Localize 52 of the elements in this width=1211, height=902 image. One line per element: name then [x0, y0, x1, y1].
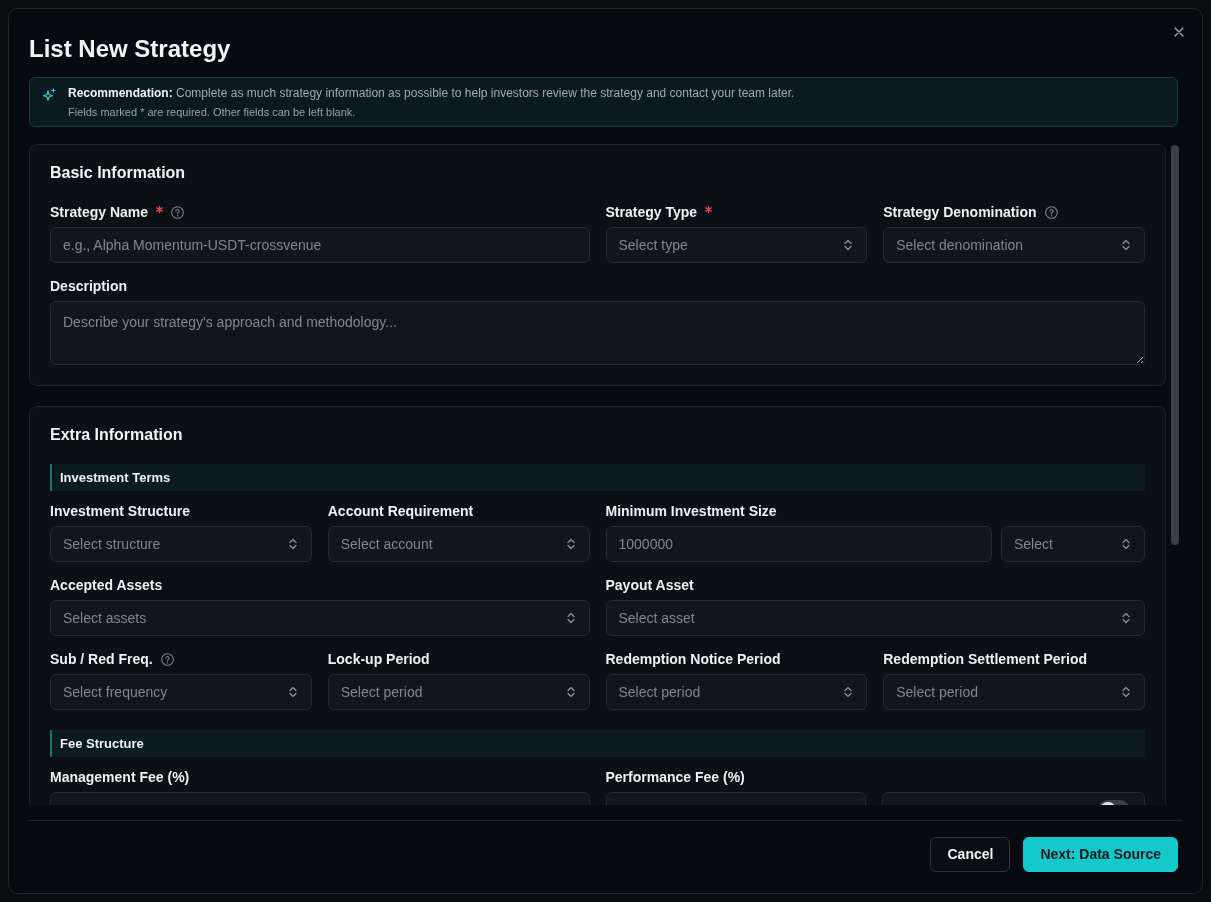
text-input[interactable]: e.g., Alpha Momentum-USDT-crossvenue — [50, 227, 590, 263]
required-fields-note: Fields marked * are required. Other fields can be left blank. — [68, 105, 357, 120]
select-field[interactable]: Select period — [605, 674, 868, 710]
select-field[interactable]: Select period — [327, 674, 590, 710]
field-label: Accepted Assets — [50, 576, 163, 595]
select-field[interactable]: Select account — [327, 526, 590, 562]
field-label: Lock-up Period — [327, 650, 430, 669]
section-title: Extra Information — [50, 425, 184, 445]
sparkle-icon — [42, 88, 56, 102]
subsection-heading: Fee Structure — [50, 730, 1145, 757]
up-down-chevron-icon — [1122, 612, 1130, 624]
text-input[interactable]: 1000000 — [605, 526, 992, 562]
field-label: Strategy Type — [605, 203, 698, 222]
up-down-chevron-icon — [844, 239, 853, 251]
cancel-button[interactable]: Cancel — [930, 837, 1011, 872]
section-title: Basic Information — [50, 163, 187, 183]
field-label: Strategy Name — [50, 203, 149, 222]
up-down-chevron-icon — [566, 686, 575, 698]
select-field[interactable]: Select period — [883, 674, 1145, 710]
unit-select[interactable]: Select — [1001, 526, 1145, 562]
up-down-chevron-icon — [1122, 686, 1130, 698]
up-down-chevron-icon — [288, 686, 297, 698]
up-down-chevron-icon — [1122, 239, 1130, 251]
next-button[interactable]: Next: Data Source — [1023, 837, 1178, 872]
scrollbar-thumb[interactable] — [1171, 145, 1179, 545]
up-down-chevron-icon — [288, 538, 297, 550]
up-down-chevron-icon — [566, 612, 575, 624]
field-label: Account Requirement — [327, 502, 474, 521]
up-down-chevron-icon — [1122, 538, 1130, 550]
textarea-field[interactable]: Describe your strategy's approach and methodology... — [50, 301, 1145, 365]
up-down-chevron-icon — [566, 538, 575, 550]
select-field[interactable]: Select type — [605, 227, 868, 263]
field-label: Sub / Red Freq. — [50, 650, 153, 669]
field-label: Strategy Denomination — [883, 203, 1037, 222]
select-field[interactable]: Select structure — [50, 526, 312, 562]
field-label: Payout Asset — [605, 576, 694, 595]
field-label: Redemption Notice Period — [605, 650, 781, 669]
select-field[interactable]: Select frequency — [50, 674, 312, 710]
field-label: Description — [50, 277, 127, 296]
field-label: Minimum Investment Size — [605, 502, 777, 521]
select-field[interactable]: Select denomination — [883, 227, 1145, 263]
dialog-title: List New Strategy — [29, 34, 232, 63]
up-down-chevron-icon — [844, 686, 853, 698]
select-field[interactable]: Select asset — [605, 600, 1145, 636]
field-label: Performance Fee (%) — [605, 768, 745, 787]
close-icon — [1174, 27, 1184, 37]
field-label: Investment Structure — [50, 502, 191, 521]
field-label: Redemption Settlement Period — [883, 650, 1088, 669]
subsection-heading: Investment Terms — [50, 464, 1145, 491]
field-label: Management Fee (%) — [50, 768, 190, 787]
recommendation-text: Recommendation: Complete as much strategy information as possible to help investors review the strategy and contact your team later. — [68, 85, 795, 102]
select-field[interactable]: Select assets — [50, 600, 590, 636]
